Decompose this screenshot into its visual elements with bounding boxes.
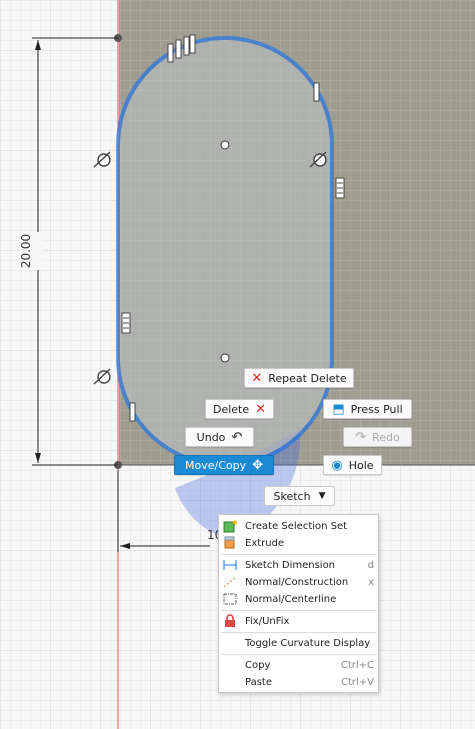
menu-item-normal-construction[interactable]: Normal/Construction x <box>219 574 378 590</box>
redo-icon: ↷ <box>355 429 367 445</box>
chevron-down-icon: ▼ <box>318 491 326 501</box>
hole-button[interactable]: ◉ Hole <box>323 455 382 475</box>
menu-separator <box>221 654 376 655</box>
menu-separator <box>221 610 376 611</box>
press-pull-icon: ⬒ <box>332 401 345 417</box>
delete-button[interactable]: Delete ✕ <box>205 399 274 419</box>
selection-set-icon: ✱ <box>223 519 237 533</box>
lock-icon <box>225 614 235 627</box>
menu-item-paste[interactable]: Paste Ctrl+V <box>219 674 378 690</box>
construction-line-icon <box>223 576 237 588</box>
move-copy-button[interactable]: Move/Copy ✥ <box>174 455 274 475</box>
hole-icon: ◉ <box>331 457 343 473</box>
context-menu: ✱ Create Selection Set Extrude Sketch Di… <box>218 514 379 693</box>
svg-text:✱: ✱ <box>232 519 237 527</box>
centerline-icon <box>223 593 237 605</box>
menu-item-fix-unfix[interactable]: Fix/UnFix <box>219 613 378 629</box>
repeat-delete-button[interactable]: ✕ Repeat Delete <box>244 368 354 388</box>
menu-item-normal-centerline[interactable]: Normal/Centerline <box>219 591 378 607</box>
dimension-icon <box>223 560 237 570</box>
close-icon: ✕ <box>255 401 267 417</box>
menu-item-create-selection-set[interactable]: ✱ Create Selection Set <box>219 518 378 534</box>
menu-separator <box>221 632 376 633</box>
menu-separator <box>221 554 376 555</box>
move-icon: ✥ <box>252 457 263 473</box>
menu-item-copy[interactable]: Copy Ctrl+C <box>219 657 378 673</box>
undo-button[interactable]: Undo ↶ <box>185 427 254 447</box>
menu-item-sketch-dimension[interactable]: Sketch Dimension d <box>219 557 378 573</box>
sketch-dropdown-button[interactable]: Sketch ▼ <box>264 486 335 506</box>
arc-center-top[interactable] <box>220 140 230 150</box>
press-pull-button[interactable]: ⬒ Press Pull <box>323 399 412 419</box>
close-icon: ✕ <box>251 370 263 386</box>
undo-icon: ↶ <box>231 429 243 445</box>
vertical-dimension-value[interactable]: 20.00 <box>19 234 33 268</box>
menu-item-extrude[interactable]: Extrude <box>219 535 378 551</box>
extrude-icon <box>224 536 235 549</box>
menu-item-toggle-curvature[interactable]: Toggle Curvature Display <box>219 635 378 651</box>
arc-center-bottom[interactable] <box>220 353 230 363</box>
redo-button[interactable]: ↷ Redo <box>343 427 412 447</box>
